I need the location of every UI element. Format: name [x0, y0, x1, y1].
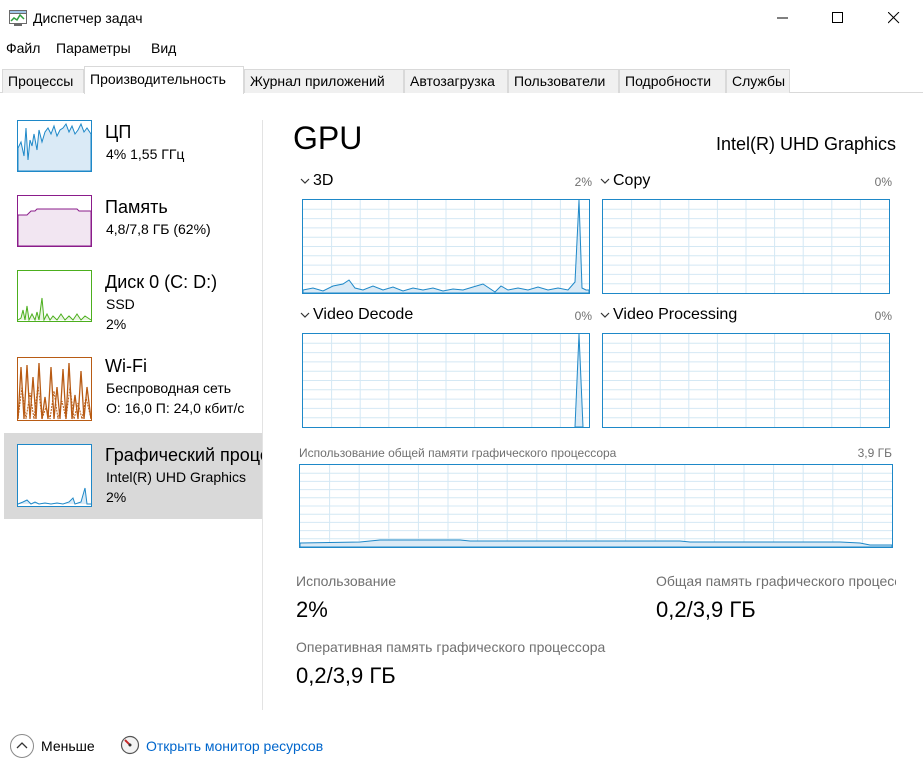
- usage-value: 2%: [296, 597, 328, 622]
- graph-copy: [602, 199, 890, 294]
- usage-label: Использование: [296, 573, 397, 589]
- tab-performance[interactable]: Производительность: [84, 66, 244, 94]
- sidebar-wifi-type: Беспроводная сеть: [106, 380, 232, 396]
- graph-3d-selector[interactable]: 3D: [300, 172, 333, 190]
- resource-sidebar: ЦП 4% 1,55 ГГц Память 4,8/7,8 ГБ (62%) Д…: [0, 110, 262, 710]
- minimize-button[interactable]: [760, 0, 806, 36]
- tab-app-history[interactable]: Журнал приложений: [244, 69, 404, 93]
- graph-copy-percent: 0%: [874, 175, 892, 189]
- disk-thumbnail-graph: [17, 270, 92, 322]
- graph-video-decode-label: Video Decode: [313, 306, 414, 323]
- sidebar-disk-usage: 2%: [106, 316, 127, 332]
- sidebar-item-memory[interactable]: Память 4,8/7,8 ГБ (62%): [4, 185, 262, 271]
- graph-video-processing: [602, 333, 890, 428]
- sidebar-cpu-usage: 4% 1,55 ГГц: [106, 146, 185, 162]
- gpu-thumbnail-graph: [17, 444, 92, 507]
- wifi-thumbnail-graph: [17, 357, 92, 421]
- task-manager-icon: [9, 10, 27, 26]
- resource-monitor-icon: [120, 735, 140, 755]
- sidebar-memory-usage: 4,8/7,8 ГБ (62%): [106, 221, 211, 237]
- sidebar-item-wifi[interactable]: Wi-Fi Беспроводная сеть О: 16,0 П: 24,0 …: [4, 348, 262, 434]
- chevron-down-icon: [300, 178, 310, 184]
- graph-video-decode: [302, 333, 590, 428]
- tab-processes[interactable]: Процессы: [2, 69, 84, 93]
- shared-memory-label: Общая память графического процессора: [656, 573, 896, 589]
- sidebar-wifi-throughput: О: 16,0 П: 24,0 кбит/с: [106, 400, 245, 416]
- sidebar-wifi-title: Wi-Fi: [105, 356, 147, 376]
- title-bar: Диспетчер задач: [0, 0, 923, 36]
- graph-3d-label: 3D: [313, 172, 334, 189]
- graph-video-decode-selector[interactable]: Video Decode: [300, 306, 413, 324]
- shared-memory-graph-label: Использование общей памяти графического …: [299, 446, 617, 460]
- chevron-down-icon: [600, 312, 610, 318]
- close-button[interactable]: [871, 0, 917, 36]
- gpu-model-name: Intel(R) UHD Graphics: [715, 134, 896, 154]
- chevron-up-circle-icon[interactable]: [9, 733, 35, 759]
- maximize-icon: [832, 12, 843, 23]
- sidebar-disk-type: SSD: [106, 296, 135, 312]
- sidebar-item-cpu[interactable]: ЦП 4% 1,55 ГГц: [4, 110, 262, 196]
- sidebar-gpu-usage: 2%: [106, 489, 127, 505]
- maximize-button[interactable]: [815, 0, 861, 36]
- menu-file[interactable]: Файл: [6, 40, 40, 56]
- graph-video-processing-selector[interactable]: Video Processing: [600, 306, 737, 324]
- menu-bar: Файл Параметры Вид: [0, 38, 923, 60]
- sidebar-gpu-title: Графический процессор 0: [105, 445, 262, 465]
- sidebar-cpu-title: ЦП: [105, 122, 132, 142]
- tab-services[interactable]: Службы: [726, 69, 790, 93]
- open-resource-monitor-link[interactable]: Открыть монитор ресурсов: [146, 738, 323, 754]
- close-icon: [888, 12, 900, 24]
- shared-memory-graph-max: 3,9 ГБ: [857, 446, 892, 460]
- minimize-icon: [777, 17, 788, 19]
- graph-3d-percent: 2%: [574, 175, 592, 189]
- window-title: Диспетчер задач: [33, 10, 143, 26]
- memory-thumbnail-graph: [17, 195, 92, 247]
- menu-options[interactable]: Параметры: [56, 40, 131, 56]
- dedicated-memory-value: 0,2/3,9 ГБ: [296, 663, 396, 688]
- dedicated-memory-label: Оперативная память графического процессо…: [296, 639, 606, 655]
- tab-details[interactable]: Подробности: [619, 69, 726, 93]
- tab-strip: Процессы Производительность Журнал прило…: [0, 66, 923, 94]
- sidebar-memory-title: Память: [105, 197, 168, 217]
- sidebar-disk-title: Диск 0 (C: D:): [105, 272, 218, 292]
- graph-video-decode-percent: 0%: [574, 309, 592, 323]
- shared-memory-value: 0,2/3,9 ГБ: [656, 597, 756, 622]
- fewer-details-button[interactable]: Меньше: [41, 738, 95, 754]
- cpu-thumbnail-graph: [17, 120, 92, 172]
- tab-users[interactable]: Пользователи: [508, 69, 619, 93]
- sidebar-divider: [262, 120, 263, 710]
- sidebar-item-gpu[interactable]: Графический процессор 0 Intel(R) UHD Gra…: [4, 433, 262, 519]
- graph-video-processing-label: Video Processing: [613, 306, 738, 323]
- graph-video-processing-percent: 0%: [874, 309, 892, 323]
- shared-memory-graph: [299, 464, 893, 548]
- tab-startup[interactable]: Автозагрузка: [404, 69, 508, 93]
- page-title: GPU: [293, 120, 363, 156]
- sidebar-gpu-model: Intel(R) UHD Graphics: [106, 469, 247, 485]
- menu-view[interactable]: Вид: [151, 40, 176, 56]
- graph-copy-label: Copy: [613, 172, 651, 189]
- chevron-down-icon: [300, 312, 310, 318]
- footer: Меньше Открыть монитор ресурсов: [0, 730, 923, 762]
- sidebar-item-disk[interactable]: Диск 0 (C: D:) SSD 2%: [4, 260, 262, 346]
- chevron-down-icon: [600, 178, 610, 184]
- graph-3d: [302, 199, 590, 294]
- graph-copy-selector[interactable]: Copy: [600, 172, 650, 190]
